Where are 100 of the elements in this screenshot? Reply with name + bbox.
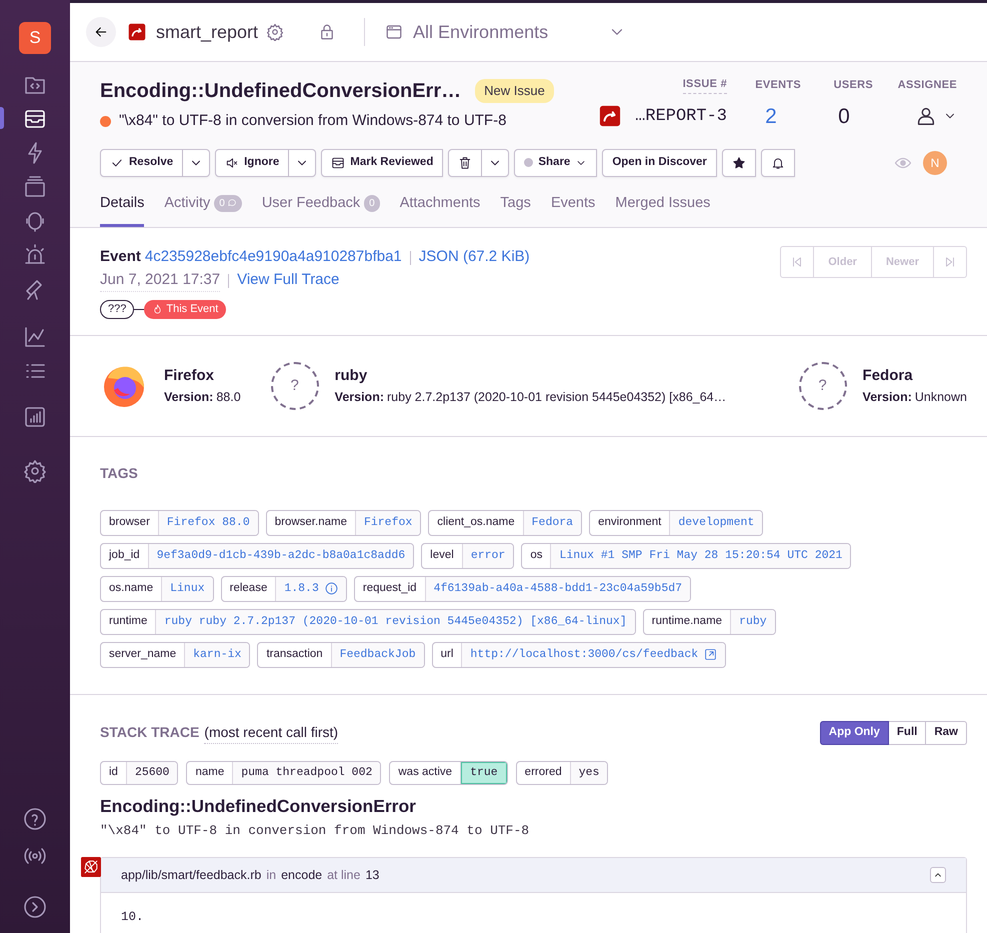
section-title: TAGS: [100, 464, 139, 483]
tag-pill[interactable]: runtime ruby ruby 2.7.2p137 (2020-10-01 revision 5445e04352) [x86_64-linux]: [100, 608, 636, 635]
thread-tag: id 25600: [100, 760, 178, 785]
issue-message: "\x84" to UTF-8 in conversion from Windows-874 to UTF-8: [119, 111, 506, 131]
bookmark-button[interactable]: [722, 148, 756, 176]
unknown-context-icon: ?: [798, 362, 847, 410]
tag-pill[interactable]: browser Firefox 88.0: [100, 510, 259, 536]
settings-icon[interactable]: [266, 23, 284, 41]
stack-icon[interactable]: [23, 175, 47, 199]
stat-label: ISSUE #: [682, 76, 727, 94]
tag-pill[interactable]: browser.name Firefox: [266, 510, 422, 536]
line-chart-icon[interactable]: [23, 325, 47, 349]
project-icon: [599, 105, 622, 128]
resolve-button[interactable]: Resolve: [100, 148, 184, 176]
project-name[interactable]: smart_report: [156, 18, 258, 46]
version-label: Version:: [334, 388, 384, 406]
event-id-link[interactable]: 4c235928ebfc4e9190a4a910287bfba1: [144, 246, 402, 269]
tag-pill[interactable]: release 1.8.3: [220, 576, 347, 602]
version-label: Version:: [164, 388, 214, 406]
tab[interactable]: User Feedback 0: [262, 192, 380, 228]
project-icon: [128, 23, 146, 41]
code-line-number: 10.: [121, 908, 145, 926]
headset-icon[interactable]: [23, 209, 47, 233]
tab[interactable]: Details: [100, 192, 144, 228]
inbox-icon[interactable]: [23, 107, 47, 131]
delete-button[interactable]: [448, 148, 482, 176]
unknown-context-icon: ?: [270, 362, 319, 410]
frame-text: at line: [327, 866, 360, 884]
mute-icon: [225, 156, 240, 170]
thread-tag: was active true: [389, 760, 508, 785]
exception-type: Encoding::UndefinedConversionError: [100, 794, 417, 818]
stat-label: EVENTS: [755, 78, 801, 93]
thread-tag: name puma threadpool 002: [186, 760, 382, 785]
expand-icon[interactable]: [23, 895, 47, 919]
section-title: STACK TRACE: [100, 723, 200, 742]
new-issue-badge: New Issue: [475, 79, 554, 103]
back-button[interactable]: [86, 17, 116, 47]
thread-tag: errored yes: [516, 760, 608, 785]
tag-pill[interactable]: os.name Linux: [100, 576, 214, 602]
last-icon: [943, 255, 957, 270]
short-id: …REPORT-3: [635, 106, 727, 128]
status-dot: [524, 158, 534, 167]
ruby-icon: [81, 856, 101, 876]
inbox-icon: [331, 156, 346, 170]
file-path: app/lib/smart/feedback.rb: [121, 866, 262, 884]
assignee-selector[interactable]: [915, 105, 957, 128]
line-number: 13: [365, 866, 380, 884]
tab[interactable]: Attachments: [400, 192, 480, 228]
tab[interactable]: Tags: [500, 192, 531, 228]
environment-selector[interactable]: All Environments: [385, 18, 626, 46]
tag-pill[interactable]: url http://localhost:3000/cs/feedback: [432, 642, 726, 668]
view-trace-link[interactable]: View Full Trace: [237, 269, 340, 292]
this-event-tag: This Event: [144, 300, 226, 319]
json-link[interactable]: JSON (67.2 KiB): [418, 246, 530, 269]
ignore-button[interactable]: Ignore: [215, 148, 290, 176]
tag-pill[interactable]: request_id 4f6139ab-a40a-4588-bdd1-23c04a59b5d7: [354, 576, 692, 602]
version-label: Version:: [862, 388, 912, 406]
settings-icon[interactable]: [23, 459, 47, 483]
open-in-discover-button[interactable]: Open in Discover: [602, 148, 717, 176]
external-link-icon[interactable]: [704, 648, 718, 662]
mark-reviewed-button[interactable]: Mark Reviewed: [321, 148, 444, 176]
section-subtitle: (most recent call first): [204, 722, 338, 744]
count-badge: 0: [364, 194, 380, 212]
event-label: Event: [100, 247, 141, 268]
user-icon: [915, 105, 937, 128]
siren-icon[interactable]: [23, 243, 47, 267]
subscribe-button[interactable]: [760, 148, 795, 176]
function-name: encode: [281, 866, 322, 884]
tab[interactable]: Merged Issues: [615, 192, 710, 228]
stat-value: 0: [838, 104, 850, 130]
trash-icon: [458, 156, 472, 170]
version-value: 88.0: [216, 388, 241, 406]
tag-pill[interactable]: level error: [421, 542, 514, 569]
stat-label: ASSIGNEE: [898, 78, 957, 93]
tab[interactable]: Events: [550, 192, 596, 228]
help-icon[interactable]: [23, 807, 47, 831]
share-button[interactable]: Share: [514, 148, 598, 176]
stat-value[interactable]: 2: [765, 100, 777, 132]
bell-icon: [770, 156, 785, 170]
tag-pill[interactable]: server_name karn-ix: [100, 642, 250, 668]
tag-pill[interactable]: job_id 9ef3a0d9-d1cb-439b-a2dc-b8a0a1c8add6: [100, 542, 414, 569]
exception-message: "\x84" to UTF-8 in conversion from Windows-874 to UTF-8: [100, 822, 530, 840]
tag-pill[interactable]: transaction FeedbackJob: [257, 642, 425, 668]
bar-chart-icon[interactable]: [23, 405, 47, 429]
collapse-toggle[interactable]: [930, 866, 946, 883]
tag-pill[interactable]: runtime.name ruby: [642, 608, 776, 635]
issue-title: Encoding::UndefinedConversionErr…: [100, 79, 462, 104]
tab[interactable]: Activity 0: [164, 192, 242, 228]
view-toggle[interactable]: App Only: [820, 720, 889, 745]
view-toggle[interactable]: Raw: [926, 720, 967, 745]
event-date: Jun 7, 2021 17:37: [100, 268, 220, 292]
comment-icon: [226, 198, 237, 208]
info-icon[interactable]: [324, 582, 338, 596]
flame-icon: [152, 304, 164, 315]
version-value: Unknown: [914, 388, 967, 406]
view-toggle[interactable]: Full: [888, 720, 926, 745]
level-dot: [100, 116, 111, 127]
tag-pill[interactable]: client_os.name Fedora: [428, 510, 582, 536]
tag-pill[interactable]: environment development: [589, 510, 764, 536]
tag-pill[interactable]: os Linux #1 SMP Fri May 28 15:20:54 UTC 2021: [521, 542, 852, 569]
